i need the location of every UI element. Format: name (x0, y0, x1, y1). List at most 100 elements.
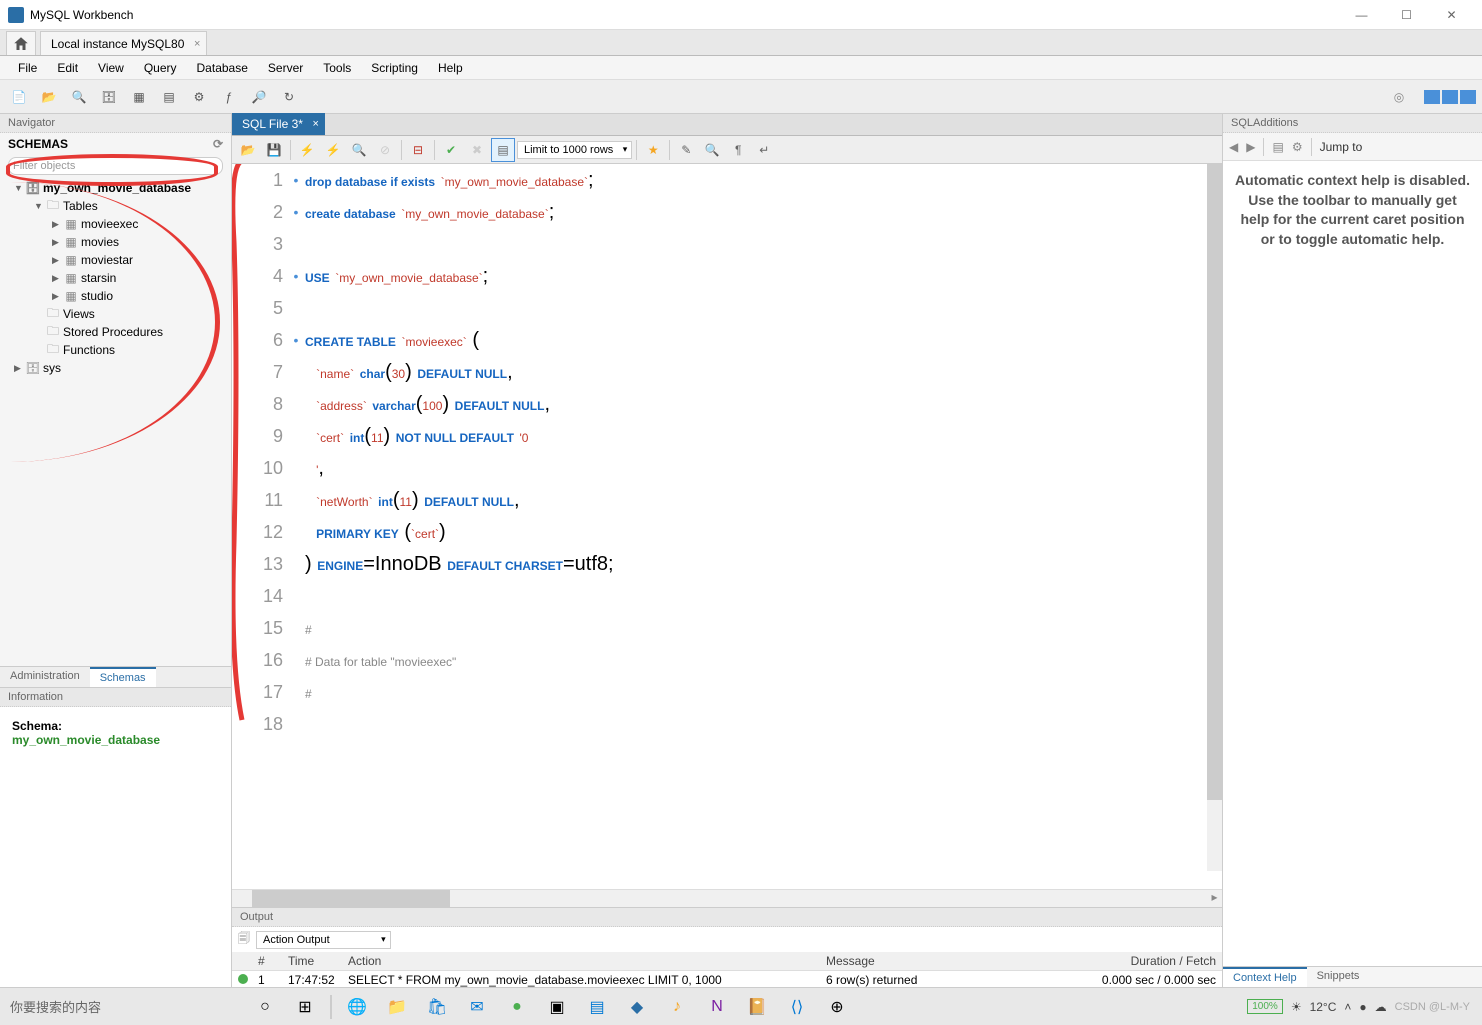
close-tab-icon[interactable]: × (194, 38, 200, 50)
taskbar-search[interactable]: 你要搜索的内容 (4, 993, 244, 1020)
terminal-icon[interactable]: ▣ (538, 991, 576, 1023)
inspector-icon[interactable]: 🔍 (66, 84, 92, 110)
filter-objects-input[interactable]: Filter objects (8, 157, 223, 175)
onedrive-icon[interactable]: ☁ (1375, 1000, 1387, 1014)
schema-tree[interactable]: ▼🗄my_own_movie_database ▼🗀Tables ▶▦movie… (0, 177, 231, 666)
menu-edit[interactable]: Edit (47, 61, 88, 75)
limit-rows-dropdown[interactable]: Limit to 1000 rows (517, 141, 632, 159)
new-schema-icon[interactable]: 🗄 (96, 84, 122, 110)
open-file-icon[interactable]: 📂 (236, 138, 260, 162)
tree-fn-folder[interactable]: 🗀Functions (0, 341, 231, 359)
tree-table[interactable]: ▶▦studio (0, 287, 231, 305)
toggle-left-panel[interactable] (1424, 90, 1440, 104)
menu-file[interactable]: File (8, 61, 47, 75)
menu-tools[interactable]: Tools (313, 61, 361, 75)
stop-icon[interactable]: ⊘ (373, 138, 397, 162)
menu-scripting[interactable]: Scripting (361, 61, 428, 75)
execute-cursor-icon[interactable]: ⚡ (321, 138, 345, 162)
toggle-right-panel[interactable] (1460, 90, 1476, 104)
edge-icon[interactable]: 🌐 (338, 991, 376, 1023)
new-sp-icon[interactable]: ⚙ (186, 84, 212, 110)
tree-table[interactable]: ▶▦movieexec (0, 215, 231, 233)
folder-icon: 🗀 (46, 343, 60, 357)
toggle-autocommit-icon[interactable]: ⊟ (406, 138, 430, 162)
toggle-limit-icon[interactable]: ▤ (491, 138, 515, 162)
tab-context-help[interactable]: Context Help (1223, 967, 1307, 987)
new-fn-icon[interactable]: ƒ (216, 84, 242, 110)
tree-sp-folder[interactable]: 🗀Stored Procedures (0, 323, 231, 341)
new-view-icon[interactable]: ▤ (156, 84, 182, 110)
menu-query[interactable]: Query (134, 61, 187, 75)
find-icon[interactable]: ✎ (674, 138, 698, 162)
search-icon[interactable]: 🔍 (700, 138, 724, 162)
menu-help[interactable]: Help (428, 61, 473, 75)
cortana-icon[interactable]: ○ (246, 991, 284, 1023)
jump-to-label[interactable]: Jump to (1320, 140, 1363, 154)
editor-scrollbar-horizontal[interactable]: ▸ (232, 889, 1222, 907)
invisible-chars-icon[interactable]: ¶ (726, 138, 750, 162)
tree-table[interactable]: ▶▦starsin (0, 269, 231, 287)
menu-server[interactable]: Server (258, 61, 313, 75)
music-icon[interactable]: ♪ (658, 991, 696, 1023)
close-button[interactable]: ✕ (1429, 1, 1474, 29)
tab-administration[interactable]: Administration (0, 667, 90, 687)
sql-editor[interactable]: 123456789101112131415161718 •••• drop da… (232, 164, 1222, 889)
execute-icon[interactable]: ⚡ (295, 138, 319, 162)
vscode-icon[interactable]: ⟨⟩ (778, 991, 816, 1023)
wrap-icon[interactable]: ↵ (752, 138, 776, 162)
tree-tables-folder[interactable]: ▼🗀Tables (0, 197, 231, 215)
home-tab[interactable] (6, 31, 36, 55)
menu-database[interactable]: Database (187, 61, 258, 75)
new-table-icon[interactable]: ▦ (126, 84, 152, 110)
output-list-icon[interactable]: 🗐 (238, 929, 250, 950)
explorer-icon[interactable]: 📁 (378, 991, 416, 1023)
tree-database[interactable]: ▼🗄my_own_movie_database (0, 179, 231, 197)
tab-snippets[interactable]: Snippets (1307, 967, 1370, 987)
refresh-schemas-icon[interactable]: ⟳ (213, 137, 223, 151)
explain-icon[interactable]: 🔍 (347, 138, 371, 162)
save-file-icon[interactable]: 💾 (262, 138, 286, 162)
onenote-icon[interactable]: N (698, 991, 736, 1023)
minimize-button[interactable]: — (1339, 1, 1384, 29)
settings-icon[interactable]: ◎ (1386, 84, 1412, 110)
toggle-bottom-panel[interactable] (1442, 90, 1458, 104)
sql-file-tab[interactable]: SQL File 3* × (232, 113, 325, 135)
beautify-icon[interactable]: ★ (641, 138, 665, 162)
windows-taskbar: 你要搜索的内容 ○ ⊞ 🌐 📁 🛍 ✉ ● ▣ ▤ ◆ ♪ N 📔 ⟨⟩ ⊕ 1… (0, 987, 1482, 1025)
output-type-dropdown[interactable]: Action Output (256, 931, 391, 949)
tab-schemas[interactable]: Schemas (90, 667, 156, 687)
tray-app-icon[interactable]: ● (1359, 1000, 1366, 1014)
close-sql-tab-icon[interactable]: × (312, 118, 318, 130)
app-icon-3[interactable]: 📔 (738, 991, 776, 1023)
editor-scrollbar-vertical[interactable] (1207, 164, 1222, 871)
weather-icon[interactable]: ☀ (1291, 1000, 1302, 1014)
battery-icon[interactable]: 100% (1247, 999, 1283, 1014)
open-sql-icon[interactable]: 📂 (36, 84, 62, 110)
help-toggle-icon[interactable]: ▤ (1272, 140, 1283, 154)
search-table-icon[interactable]: 🔎 (246, 84, 272, 110)
app-icon-4[interactable]: ⊕ (818, 991, 856, 1023)
mail-icon[interactable]: ✉ (458, 991, 496, 1023)
tray-chevron-icon[interactable]: ˄ (1344, 1000, 1351, 1014)
tree-table[interactable]: ▶▦moviestar (0, 251, 231, 269)
nav-forward-icon[interactable]: ▶ (1246, 140, 1255, 154)
menu-view[interactable]: View (88, 61, 134, 75)
workbench-icon[interactable]: ◆ (618, 991, 656, 1023)
tree-sys-database[interactable]: ▶🗄sys (0, 359, 231, 377)
tree-table[interactable]: ▶▦movies (0, 233, 231, 251)
rollback-icon[interactable]: ✖ (465, 138, 489, 162)
nav-back-icon[interactable]: ◀ (1229, 140, 1238, 154)
maximize-button[interactable]: ☐ (1384, 1, 1429, 29)
output-grid[interactable]: # Time Action Message Duration / Fetch 1… (232, 952, 1222, 989)
connection-tab[interactable]: Local instance MySQL80 × (40, 31, 207, 55)
new-sql-tab-icon[interactable]: 📄 (6, 84, 32, 110)
auto-help-icon[interactable]: ⚙ (1292, 140, 1303, 154)
tree-views-folder[interactable]: 🗀Views (0, 305, 231, 323)
app-icon-1[interactable]: ● (498, 991, 536, 1023)
editor-area: SQL File 3* × 📂 💾 ⚡ ⚡ 🔍 ⊘ ⊟ ✔ ✖ ▤ Limit … (232, 114, 1222, 987)
commit-icon[interactable]: ✔ (439, 138, 463, 162)
app-icon-2[interactable]: ▤ (578, 991, 616, 1023)
task-view-icon[interactable]: ⊞ (286, 991, 324, 1023)
reconnect-icon[interactable]: ↻ (276, 84, 302, 110)
store-icon[interactable]: 🛍 (418, 991, 456, 1023)
